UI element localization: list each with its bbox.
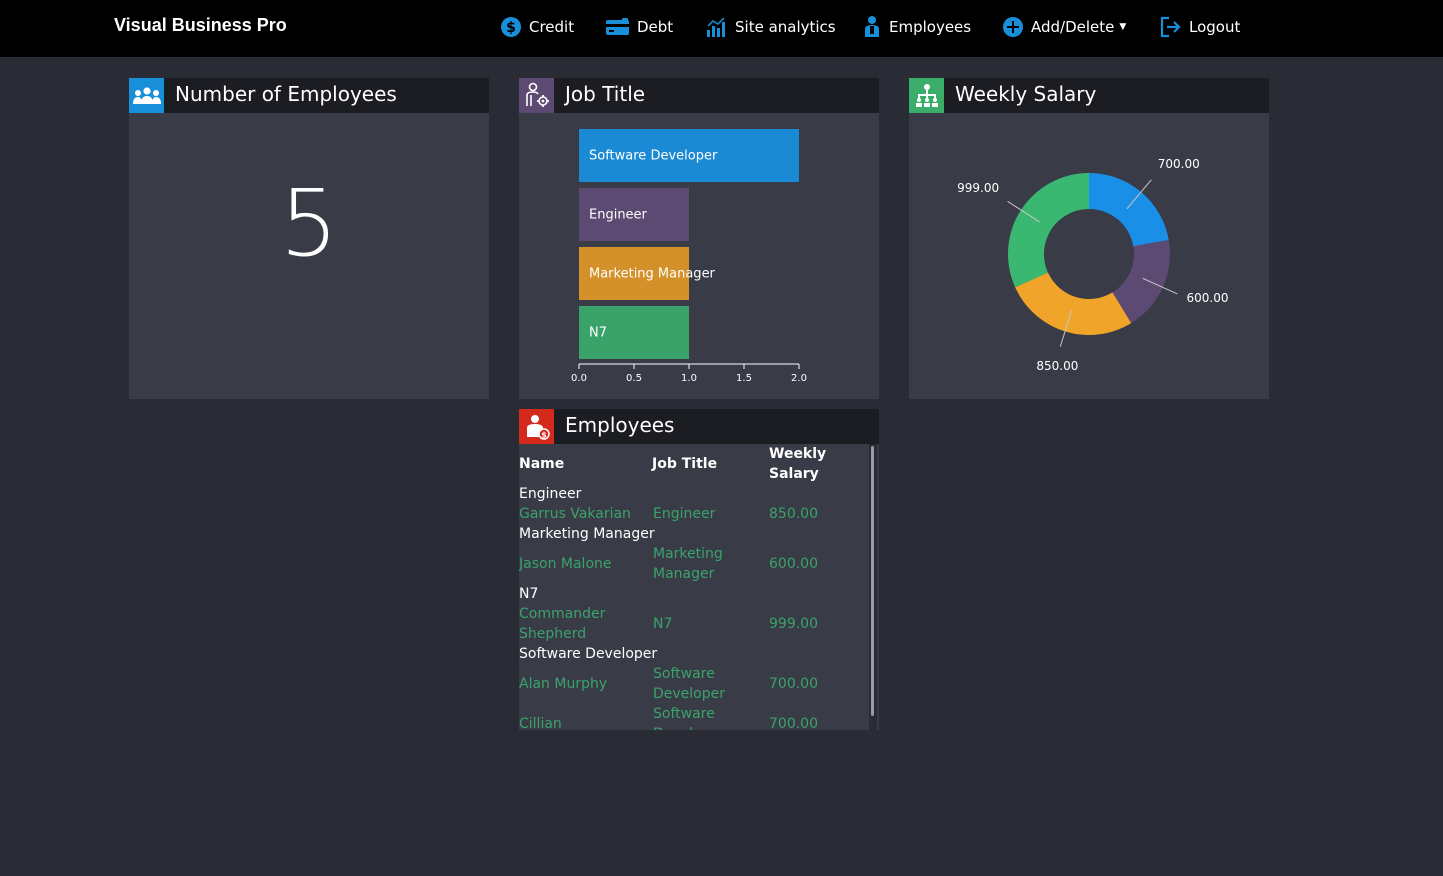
donut-slice[interactable]	[1008, 173, 1089, 288]
group-row-label: Software Developer	[519, 646, 658, 662]
job-title-cell: Engineer	[653, 506, 716, 522]
job-title-cell: Marketing Manager	[653, 546, 723, 582]
person-icon	[862, 15, 882, 39]
dollar-circle-icon: $	[500, 16, 522, 38]
employees-table-panel: $ Employees Name Job Title Weekly Salary…	[519, 409, 879, 730]
panel-header: $ Employees	[519, 409, 879, 444]
weekly-salary-cell: 700.00	[769, 716, 818, 730]
nav-debt[interactable]: Debt	[605, 14, 673, 40]
donut-slice[interactable]	[1015, 272, 1132, 335]
employee-name-cell[interactable]: Jason Malone	[519, 554, 644, 574]
weekly-salary-cell: 999.00	[769, 616, 818, 632]
x-tick-label: 2.0	[791, 373, 807, 384]
panel-title: Employees	[565, 413, 675, 437]
employee-count-panel: Number of Employees 5	[129, 78, 489, 399]
nav-credit[interactable]: $ Credit	[500, 14, 574, 40]
weekly-salary-cell: 700.00	[769, 676, 818, 692]
nav-logout[interactable]: Logout	[1160, 14, 1240, 40]
x-tick-label: 0.0	[571, 373, 587, 384]
column-header-job-title[interactable]: Job Title	[652, 454, 717, 474]
brand-logo[interactable]: Visual Business Pro	[114, 15, 287, 36]
table-scrollbar[interactable]	[869, 444, 877, 730]
nav-add-delete-label: Add/Delete	[1031, 18, 1115, 36]
bar-label: Marketing Manager	[589, 267, 716, 282]
nav-employees-label: Employees	[889, 18, 972, 36]
nav-add-delete[interactable]: Add/Delete ▼	[1002, 14, 1126, 40]
nav-credit-label: Credit	[529, 18, 575, 36]
svg-text:$: $	[541, 430, 547, 439]
svg-text:$: $	[506, 20, 516, 36]
chevron-down-icon: ▼	[1119, 22, 1127, 32]
bar-label: N7	[589, 326, 607, 341]
panel-header: Number of Employees	[129, 78, 489, 113]
bar-chart-icon	[706, 16, 728, 38]
nav-site-analytics[interactable]: Site analytics	[706, 14, 836, 40]
bar-label: Software Developer	[589, 149, 718, 164]
nav-site-analytics-label: Site analytics	[735, 18, 836, 36]
person-gear-icon	[519, 78, 554, 113]
employee-count-value: 5	[279, 170, 339, 277]
nav-logout-label: Logout	[1189, 18, 1241, 36]
group-row-label: Marketing Manager	[519, 526, 655, 542]
slice-label: 700.00	[1158, 157, 1200, 171]
weekly-salary-cell: 850.00	[769, 506, 818, 522]
panel-title: Weekly Salary	[955, 82, 1097, 106]
slice-label: 999.00	[957, 181, 999, 195]
panel-header: Weekly Salary	[909, 78, 1269, 113]
panel-title: Number of Employees	[175, 82, 397, 106]
column-header-name[interactable]: Name	[519, 454, 564, 474]
x-tick-label: 0.5	[626, 373, 642, 384]
nav-debt-label: Debt	[637, 18, 674, 36]
plus-circle-icon	[1002, 16, 1024, 38]
weekly-salary-cell: 600.00	[769, 556, 818, 572]
column-header-weekly-salary[interactable]: Weekly	[769, 444, 826, 464]
top-navbar: Visual Business Pro $ Credit Debt Site a…	[0, 0, 1443, 57]
employee-name-cell[interactable]: Alan Murphy	[519, 674, 644, 694]
nav-employees[interactable]: Employees	[862, 14, 971, 40]
employee-name-cell[interactable]: Cillian	[519, 714, 644, 730]
logout-icon	[1160, 16, 1182, 38]
table-header: Name Job Title Weekly Salary	[519, 444, 869, 488]
employee-name-cell[interactable]: Garrus Vakarian	[519, 504, 644, 524]
people-group-icon	[129, 78, 164, 113]
x-tick-label: 1.5	[736, 373, 752, 384]
org-chart-icon	[909, 78, 944, 113]
job-title-panel: Job Title Software Developer Engineer Mark…	[519, 78, 879, 399]
weekly-salary-panel: Weekly Salary 700.00 600.00 850.00 999.00	[909, 78, 1269, 399]
employee-name-cell[interactable]: Commander Shepherd	[519, 604, 644, 644]
scrollbar-thumb[interactable]	[871, 446, 874, 716]
bar-label: Engineer	[589, 208, 648, 223]
panel-title: Job Title	[565, 82, 646, 106]
donut-slice[interactable]	[1089, 173, 1169, 247]
job-title-bar-chart: Software Developer Engineer Marketing Mana…	[571, 129, 807, 384]
job-title-cell: SoftwareDeveloper	[653, 666, 726, 702]
group-row-label: N7	[519, 586, 539, 602]
panel-header: Job Title	[519, 78, 879, 113]
x-tick-label: 1.0	[681, 373, 697, 384]
employees-table: Name Job Title Weekly Salary Engineer Gar…	[519, 444, 879, 730]
slice-label: 850.00	[1036, 359, 1078, 373]
credit-card-icon	[605, 17, 630, 37]
slice-label: 600.00	[1187, 291, 1229, 305]
person-money-icon: $	[519, 409, 554, 444]
group-row-label: Engineer	[519, 486, 582, 502]
weekly-salary-donut-chart: 700.00 600.00 850.00 999.00	[957, 157, 1229, 373]
job-title-cell: N7	[653, 616, 673, 632]
column-header-weekly-salary-line2: Salary	[769, 466, 819, 482]
job-title-cell: SoftwareDeveloper	[653, 706, 725, 730]
